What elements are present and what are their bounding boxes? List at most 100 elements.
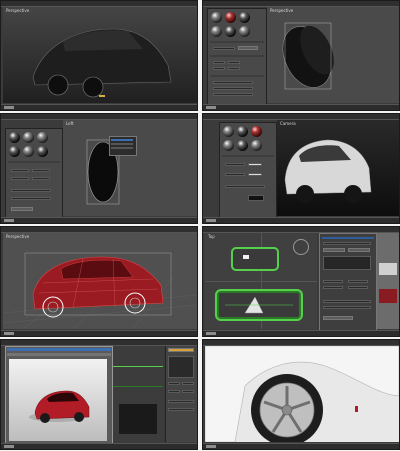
selected-object-top[interactable]	[231, 247, 279, 271]
param-field[interactable]	[228, 67, 240, 70]
time-slider[interactable]	[4, 445, 14, 448]
param-field[interactable]	[168, 382, 180, 385]
map-slot[interactable]	[11, 197, 51, 200]
param-field[interactable]	[323, 280, 343, 283]
material-slot-sphere[interactable]	[211, 26, 222, 37]
time-slider[interactable]	[4, 219, 14, 222]
top-viewport[interactable]: Top	[205, 233, 317, 329]
timeline-bar[interactable]	[1, 330, 197, 336]
wheel-model	[205, 346, 399, 442]
time-slider[interactable]	[206, 106, 216, 109]
param-field[interactable]	[323, 286, 343, 289]
material-slot-sphere[interactable]	[223, 126, 234, 137]
material-slot-sphere[interactable]	[211, 12, 222, 23]
perspective-viewport[interactable]: Perspective	[3, 233, 197, 329]
map-slot[interactable]	[213, 81, 253, 84]
material-type-button[interactable]	[238, 46, 258, 50]
param-field[interactable]	[182, 390, 194, 393]
material-slot-sphere[interactable]	[225, 26, 236, 37]
camera-viewport[interactable]	[113, 346, 163, 442]
apply-button[interactable]	[323, 316, 353, 320]
time-slider[interactable]	[4, 332, 14, 335]
material-slot-sphere[interactable]	[237, 140, 248, 151]
map-slot[interactable]	[168, 400, 194, 403]
timeline-bar[interactable]	[203, 330, 399, 336]
camera-viewport-thumb[interactable]	[377, 233, 399, 329]
time-slider[interactable]	[206, 219, 216, 222]
menu-item[interactable]	[111, 147, 133, 149]
menu-item[interactable]	[111, 143, 133, 145]
map-slot[interactable]	[225, 185, 265, 188]
timeline-bar[interactable]	[203, 443, 399, 449]
material-slot-sphere[interactable]	[37, 132, 48, 143]
color-swatch[interactable]	[248, 163, 262, 166]
param-field[interactable]	[213, 61, 225, 64]
map-preview[interactable]	[248, 195, 264, 201]
toolbar-button[interactable]	[168, 348, 194, 352]
material-slot-sphere[interactable]	[23, 132, 34, 143]
param-field[interactable]	[213, 67, 225, 70]
param-field[interactable]	[225, 173, 245, 176]
param-field[interactable]	[348, 286, 368, 289]
material-slot-sphere[interactable]	[23, 146, 34, 157]
modifier-button[interactable]	[348, 248, 370, 252]
time-slider[interactable]	[4, 106, 14, 109]
color-swatch[interactable]	[248, 173, 262, 176]
map-slot[interactable]	[11, 189, 51, 192]
material-slot-sphere[interactable]	[251, 126, 262, 137]
material-slot-sphere[interactable]	[237, 126, 248, 137]
time-slider[interactable]	[206, 332, 216, 335]
param-field[interactable]	[32, 177, 50, 180]
material-name-field[interactable]	[213, 47, 235, 50]
material-parameters-panel	[165, 346, 197, 442]
material-slot-sphere[interactable]	[9, 132, 20, 143]
selected-object-bottom[interactable]	[215, 289, 303, 321]
grid-line	[113, 386, 163, 387]
modifier-button[interactable]	[323, 248, 345, 252]
material-list[interactable]	[168, 356, 194, 378]
panel-render-car-front: Perspective	[0, 0, 198, 111]
time-slider[interactable]	[206, 445, 216, 448]
param-field[interactable]	[225, 163, 245, 166]
material-slot-sphere[interactable]	[239, 12, 250, 23]
timeline-bar[interactable]	[203, 217, 399, 223]
param-field[interactable]	[182, 382, 194, 385]
quad-menu[interactable]	[109, 136, 137, 156]
timeline-bar[interactable]	[1, 443, 197, 449]
rollout-header	[322, 294, 374, 296]
map-slot[interactable]	[213, 87, 253, 90]
param-field[interactable]	[32, 169, 50, 172]
render-window-titlebar	[7, 348, 111, 351]
param-field[interactable]	[323, 306, 371, 309]
menu-item-highlighted[interactable]	[111, 139, 133, 141]
material-slot-sphere[interactable]	[251, 140, 262, 151]
param-field[interactable]	[11, 169, 29, 172]
timeline-bar[interactable]	[1, 104, 197, 110]
perspective-viewport[interactable]: Perspective	[3, 7, 197, 103]
param-field[interactable]	[228, 61, 240, 64]
timeline-bar[interactable]	[1, 217, 197, 223]
editor-button[interactable]	[11, 207, 33, 211]
map-slot[interactable]	[168, 408, 194, 411]
viewport-label: Top	[208, 234, 215, 239]
perspective-viewport[interactable]: Perspective	[267, 7, 399, 103]
timeline-bar[interactable]	[203, 104, 399, 110]
editor-toolbar	[210, 41, 264, 43]
object-name-field[interactable]	[323, 242, 371, 245]
camera-viewport[interactable]: Camera	[277, 120, 399, 216]
map-slot[interactable]	[213, 93, 253, 96]
param-field[interactable]	[323, 300, 371, 303]
material-slot-sphere[interactable]	[37, 146, 48, 157]
param-field[interactable]	[348, 280, 368, 283]
material-slot-sphere[interactable]	[239, 26, 250, 37]
camera-viewport[interactable]: Camera	[205, 346, 399, 442]
material-slot-sphere[interactable]	[223, 140, 234, 151]
param-field[interactable]	[11, 177, 29, 180]
tire-model	[282, 22, 334, 90]
modifier-stack[interactable]	[323, 256, 371, 270]
material-slot-sphere[interactable]	[225, 12, 236, 23]
viewcube-icon[interactable]	[293, 239, 309, 255]
material-slot-sphere[interactable]	[9, 146, 20, 157]
left-viewport[interactable]: Left	[63, 120, 197, 216]
param-field[interactable]	[168, 390, 180, 393]
